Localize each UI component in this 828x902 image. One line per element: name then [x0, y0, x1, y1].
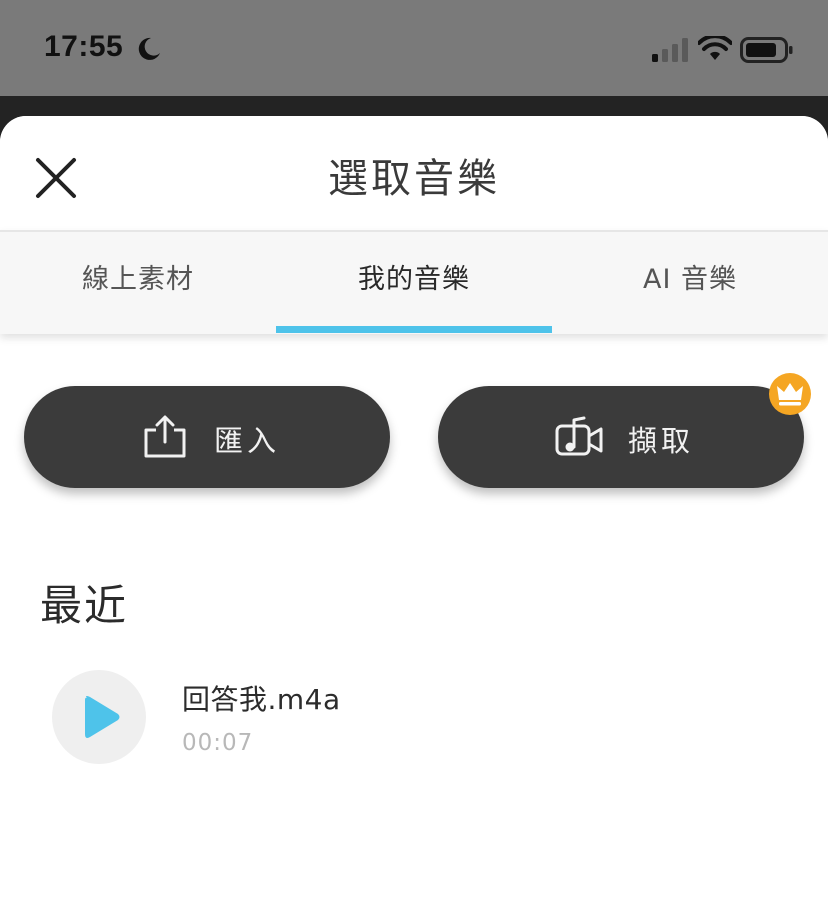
extract-label: 擷取	[628, 424, 695, 458]
extract-button[interactable]: 擷取	[438, 386, 804, 488]
status-bar: 17:55	[0, 0, 828, 96]
recent-section-title: 最近	[40, 581, 129, 630]
moon-icon	[138, 37, 160, 60]
sheet-header: 選取音樂	[0, 116, 828, 230]
active-tab-indicator	[276, 326, 552, 333]
music-picker-sheet: 選取音樂 線上素材 我的音樂 AI 音樂 匯入 擷取 最近 回答我.m4a 00…	[0, 116, 828, 902]
status-time: 17:55	[44, 30, 124, 63]
cellular-signal-icon	[652, 38, 688, 62]
import-label: 匯入	[214, 424, 281, 458]
play-icon	[85, 696, 120, 738]
page-title: 選取音樂	[328, 156, 500, 202]
wifi-icon	[698, 36, 732, 60]
play-button[interactable]	[52, 670, 146, 764]
tab-my-music[interactable]: 我的音樂	[276, 232, 552, 332]
tab-ai-music[interactable]: AI 音樂	[552, 232, 828, 332]
track-name: 回答我.m4a	[182, 683, 341, 716]
share-upload-icon	[144, 415, 186, 458]
tab-online-materials[interactable]: 線上素材	[0, 232, 276, 332]
crown-icon	[769, 373, 811, 415]
battery-icon	[740, 37, 793, 63]
import-button[interactable]: 匯入	[24, 386, 390, 488]
tab-bar: 線上素材 我的音樂 AI 音樂	[0, 230, 828, 334]
list-item[interactable]: 回答我.m4a 00:07	[0, 668, 828, 768]
video-music-icon	[555, 416, 603, 456]
track-duration: 00:07	[182, 730, 254, 756]
